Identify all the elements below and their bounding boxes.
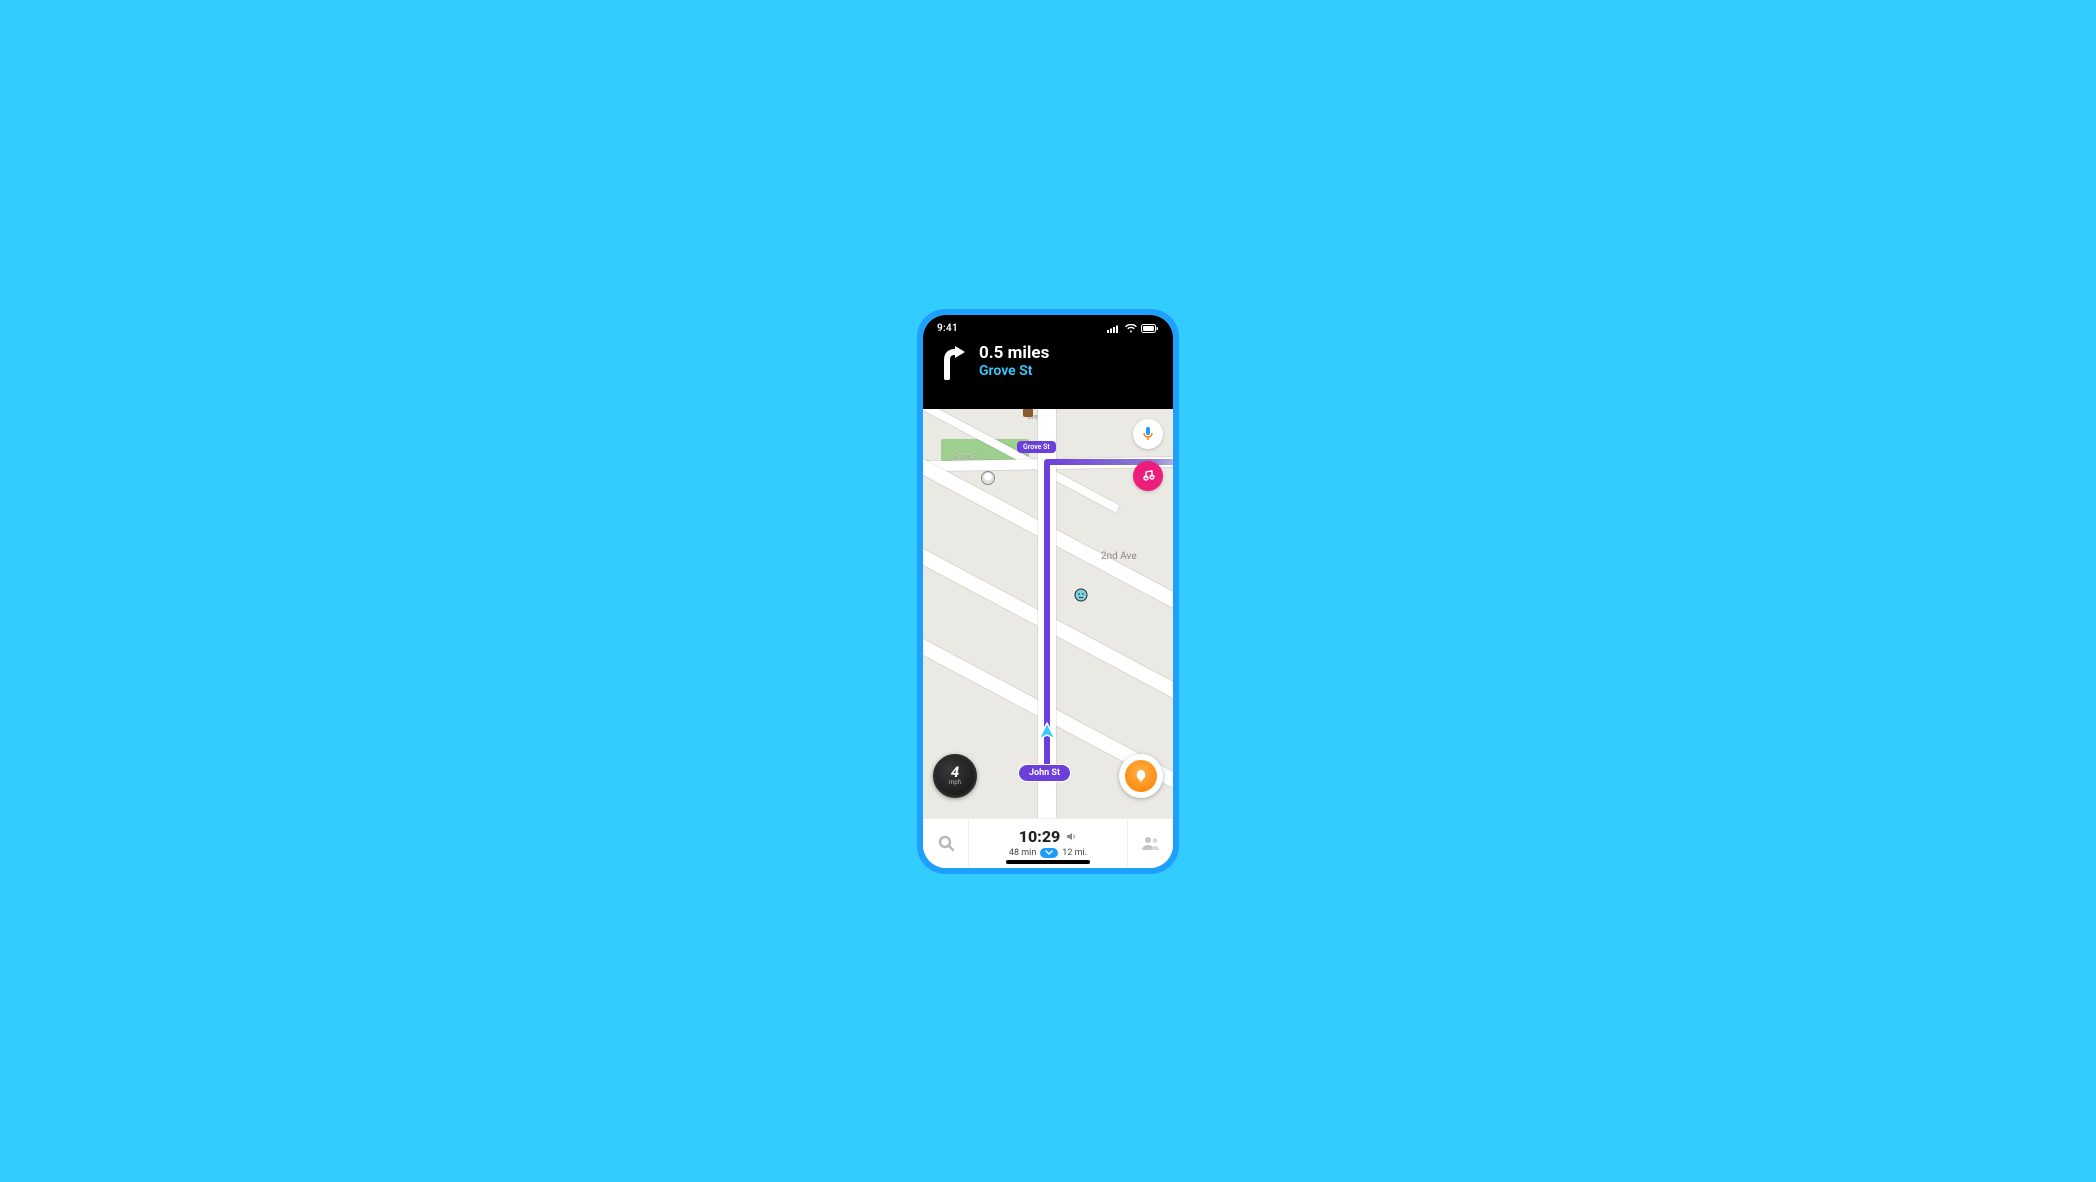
nav-distance: 0.5 miles (979, 344, 1049, 363)
current-street-pill: John St (1018, 764, 1071, 782)
second-ave-label: 2nd Ave (1101, 551, 1137, 562)
phone-screen: 9:41 0.5 miles Grove St (923, 315, 1173, 868)
speedometer-badge[interactable]: 4 mph (933, 754, 977, 798)
people-icon (1142, 836, 1160, 850)
search-icon (937, 834, 955, 852)
nav-text: 0.5 miles Grove St (979, 344, 1049, 379)
battery-icon (1141, 324, 1159, 333)
status-time: 9:41 (937, 323, 958, 334)
report-icon (1125, 760, 1157, 792)
speed-value: 4 (951, 765, 959, 780)
carpool-button[interactable] (1127, 819, 1173, 868)
turn-street-bubble: Grove St (1017, 441, 1056, 453)
eta-distance: 12 mi. (1062, 848, 1087, 858)
speed-unit: mph (949, 779, 961, 786)
expand-chip-icon (1040, 848, 1058, 858)
report-button[interactable] (1119, 754, 1163, 798)
eta-center[interactable]: 10:29 48 min 12 mi. (969, 828, 1127, 858)
home-indicator (1006, 860, 1090, 864)
wazer-icon (1073, 588, 1089, 604)
police-icon (981, 471, 995, 485)
signal-icon (1107, 324, 1121, 333)
nav-header[interactable]: 0.5 miles Grove St (923, 334, 1173, 380)
nav-street: Grove St (979, 363, 1049, 379)
map-canvas[interactable]: Green Pl Grove St 2nd Ave Grove St John … (923, 409, 1173, 818)
music-icon (1141, 469, 1155, 483)
nav-panel: 9:41 0.5 miles Grove St (923, 315, 1173, 409)
phone-frame: 9:41 0.5 miles Grove St (917, 309, 1179, 874)
arrival-time: 10:29 (1019, 828, 1061, 846)
wifi-icon (1125, 324, 1137, 333)
search-button[interactable] (923, 819, 969, 868)
music-button[interactable] (1133, 461, 1163, 491)
eta-details: 48 min 12 mi. (1009, 848, 1087, 858)
status-icons (1107, 324, 1159, 333)
traffic-icon (1023, 409, 1033, 417)
grove-st-label: Grove St (953, 453, 979, 461)
turn-right-icon (939, 344, 969, 380)
eta-duration: 48 min (1009, 848, 1036, 858)
voice-search-button[interactable] (1133, 419, 1163, 449)
sound-icon (1066, 831, 1077, 842)
status-bar: 9:41 (923, 323, 1173, 334)
current-location-icon (1036, 721, 1058, 743)
microphone-icon (1141, 426, 1155, 442)
